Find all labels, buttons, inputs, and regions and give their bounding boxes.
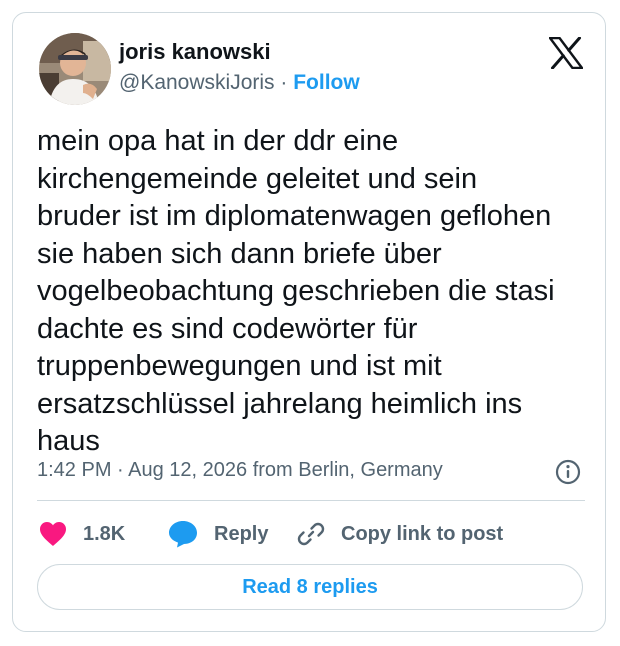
- follow-button[interactable]: Follow: [293, 71, 360, 94]
- like-count: 1.8K: [83, 522, 126, 545]
- copy-link-label: Copy link to post: [341, 522, 504, 545]
- author-handle-row: @KanowskiJoris · Follow: [119, 71, 360, 95]
- reply-label: Reply: [214, 522, 269, 545]
- heart-icon: [40, 522, 66, 546]
- read-replies-label: Read 8 replies: [242, 575, 378, 598]
- tweet-timestamp[interactable]: 1:42 PM · Aug 12, 2026 from Berlin, Germ…: [37, 459, 443, 482]
- divider: [37, 500, 585, 501]
- author-avatar[interactable]: [39, 33, 111, 105]
- tweet-card: joris kanowski @KanowskiJoris · Follow m…: [12, 12, 606, 632]
- profile-photo-icon: [39, 33, 111, 105]
- copy-link-button[interactable]: Copy link to post: [297, 519, 503, 549]
- like-button[interactable]: 1.8K: [39, 519, 125, 549]
- reply-button[interactable]: Reply: [168, 519, 268, 549]
- tweet-text: mein opa hat in der ddr eine kirchengeme…: [37, 125, 555, 457]
- link-icon: [297, 522, 325, 546]
- author-name[interactable]: joris kanowski: [119, 39, 271, 65]
- speech-bubble-icon: [169, 521, 197, 548]
- author-handle[interactable]: @KanowskiJoris: [119, 71, 275, 94]
- info-icon[interactable]: [555, 459, 581, 485]
- x-logo-icon[interactable]: [548, 36, 584, 70]
- read-replies-button[interactable]: Read 8 replies: [37, 564, 583, 610]
- handle-separator: ·: [280, 71, 288, 94]
